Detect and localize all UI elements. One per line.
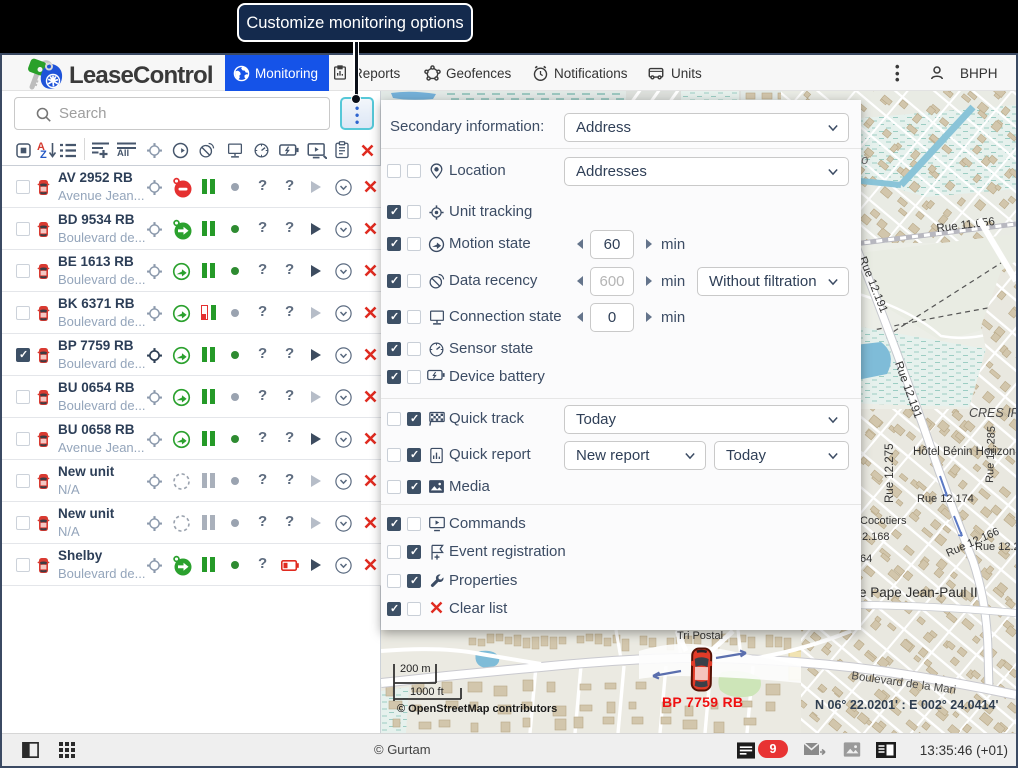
- svg-text:Cocotiers: Cocotiers: [860, 515, 907, 527]
- svg-text:Rue 12.174: Rue 12.174: [917, 493, 974, 505]
- svg-text:CRES IRM: CRES IRM: [969, 406, 1016, 420]
- svg-text:Hôtel Bénin Horizon: Hôtel Bénin Horizon: [913, 446, 1015, 458]
- svg-text:Rue 12.275: Rue 12.275: [884, 444, 896, 503]
- svg-text:64: 64: [860, 553, 872, 565]
- svg-text:Rue 12.285: Rue 12.285: [984, 426, 998, 483]
- svg-text:BP 7759 RB: BP 7759 RB: [662, 694, 743, 710]
- svg-text:Rue 12.268: Rue 12.268: [975, 541, 1016, 553]
- svg-text:© OpenStreetMap contributors: © OpenStreetMap contributors: [397, 703, 557, 715]
- svg-text:Tri Postal: Tri Postal: [677, 630, 723, 642]
- svg-text:2.168: 2.168: [862, 531, 890, 543]
- svg-text:N 06° 22.0201' : E 002° 24.041: N 06° 22.0201' : E 002° 24.0414': [815, 698, 998, 712]
- svg-text:1000 ft: 1000 ft: [410, 686, 444, 698]
- svg-text:e Pape Jean-Paul II: e Pape Jean-Paul II: [859, 585, 978, 600]
- svg-text:200 m: 200 m: [400, 663, 431, 675]
